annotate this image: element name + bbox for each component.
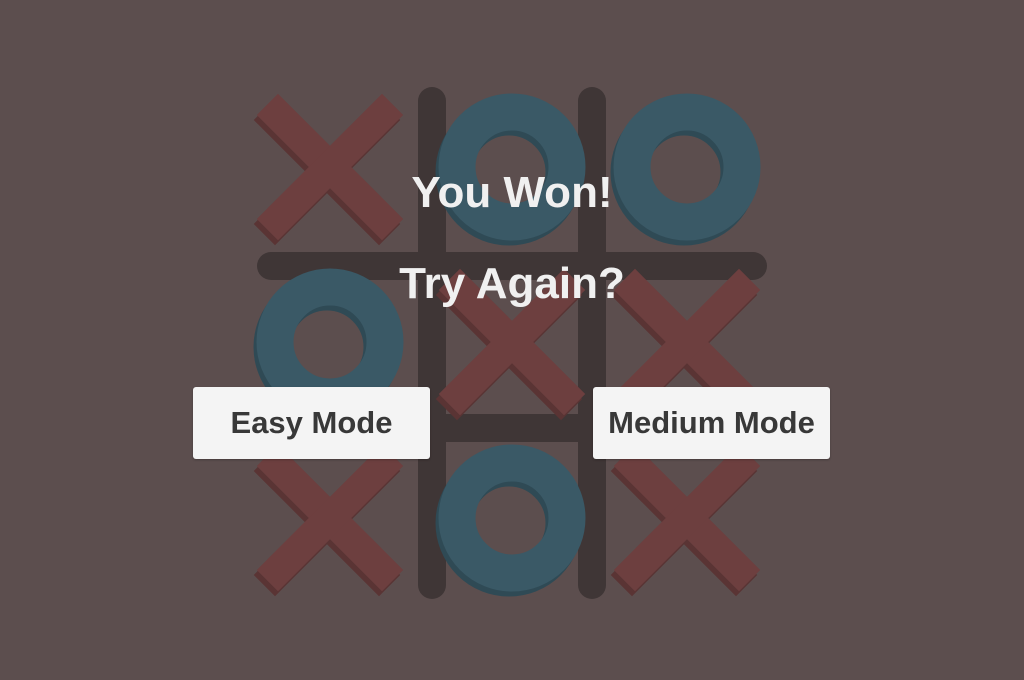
retry-prompt: Try Again? bbox=[399, 259, 625, 308]
medium-mode-button[interactable]: Medium Mode bbox=[593, 387, 830, 459]
easy-mode-button[interactable]: Easy Mode bbox=[193, 387, 430, 459]
game-stage: You Won! Try Again? Easy Mode Medium Mod… bbox=[0, 0, 1024, 680]
game-over-overlay: You Won! Try Again? Easy Mode Medium Mod… bbox=[0, 0, 1024, 680]
result-title: You Won! bbox=[411, 168, 613, 217]
